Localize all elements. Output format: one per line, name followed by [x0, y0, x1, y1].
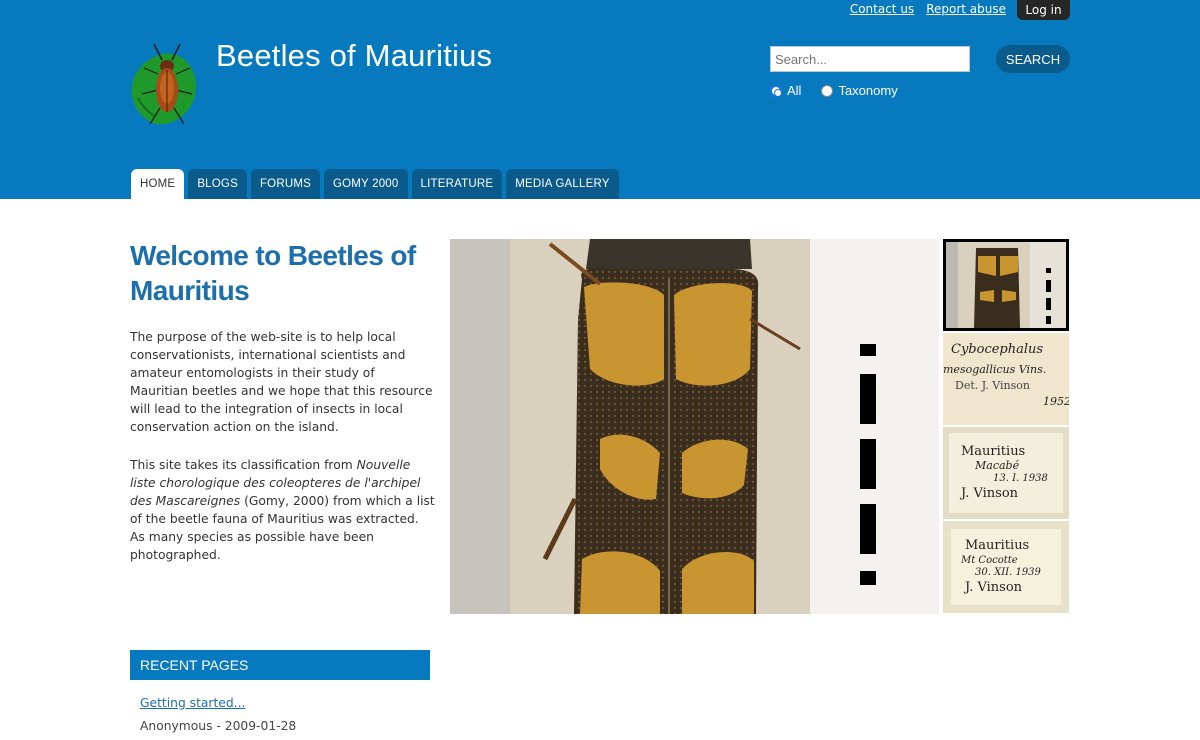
site-logo[interactable]	[128, 40, 198, 128]
intro-paragraph: The purpose of the web-site is to help l…	[130, 330, 433, 434]
gallery-thumbnails: Cybocephalus mesogallicus Vins. Det. J. …	[943, 239, 1069, 615]
site-title[interactable]: Beetles of Mauritius	[216, 38, 492, 74]
svg-text:30. XII. 1939: 30. XII. 1939	[975, 567, 1042, 578]
tab-blogs[interactable]: BLOGS	[188, 169, 247, 199]
svg-text:Cybocephalus: Cybocephalus	[951, 342, 1043, 357]
tab-media-gallery[interactable]: MEDIA GALLERY	[506, 169, 619, 199]
tab-forums[interactable]: FORUMS	[250, 169, 320, 199]
svg-text:Macabé: Macabé	[974, 459, 1020, 472]
scope-all-radio[interactable]: All	[770, 83, 801, 98]
tab-gomy-2000[interactable]: GOMY 2000	[323, 169, 408, 199]
svg-text:13. I. 1938: 13. I. 1938	[993, 473, 1048, 484]
recent-page-link[interactable]: Getting started...	[140, 696, 245, 710]
thumbnail-label-2[interactable]: Mauritius Macabé 13. I. 1938 J. Vinson	[943, 427, 1069, 519]
site-header: Contact us Report abuse Log in Beetles o…	[0, 0, 1200, 199]
tab-home[interactable]: HOME	[131, 169, 185, 199]
svg-text:J. Vinson: J. Vinson	[963, 580, 1023, 595]
top-links: Contact us Report abuse	[850, 2, 1006, 16]
svg-text:J. Vinson: J. Vinson	[959, 486, 1019, 501]
search-input[interactable]	[770, 46, 970, 72]
page-title: Welcome to Beetles of Mauritius	[130, 240, 416, 306]
contact-us-link[interactable]: Contact us	[850, 2, 914, 16]
thumbnail-label-1[interactable]: Cybocephalus mesogallicus Vins. Det. J. …	[943, 333, 1069, 425]
thumbnail-label-3[interactable]: Mauritius Mt Cocotte 30. XII. 1939 J. Vi…	[943, 521, 1069, 613]
search-scope: All Taxonomy	[770, 83, 898, 98]
login-button[interactable]: Log in	[1017, 0, 1070, 20]
main-nav: HOME BLOGS FORUMS GOMY 2000 LITERATURE M…	[131, 169, 619, 199]
recent-pages-heading: RECENT PAGES	[130, 650, 430, 680]
report-abuse-link[interactable]: Report abuse	[926, 2, 1006, 16]
scope-taxonomy-radio[interactable]: Taxonomy	[821, 83, 898, 98]
radio-checked-icon	[770, 84, 782, 97]
svg-text:Mauritius: Mauritius	[965, 538, 1029, 553]
svg-text:Mt Cocotte: Mt Cocotte	[960, 555, 1018, 566]
radio-unchecked-icon	[821, 84, 834, 97]
svg-text:mesogallicus Vins.: mesogallicus Vins.	[943, 363, 1046, 376]
tab-literature[interactable]: LITERATURE	[411, 169, 503, 199]
thumbnail-beetle[interactable]	[943, 239, 1069, 331]
svg-text:1952: 1952	[1043, 395, 1069, 408]
search-button[interactable]: SEARCH	[996, 45, 1070, 73]
recent-page-meta: Anonymous - 2009-01-28	[140, 719, 297, 733]
gallery-main-image[interactable]	[450, 239, 939, 614]
svg-text:Det. J. Vinson: Det. J. Vinson	[955, 379, 1030, 392]
classification-paragraph: This site takes its classification from …	[130, 458, 435, 562]
svg-text:Mauritius: Mauritius	[961, 444, 1025, 459]
